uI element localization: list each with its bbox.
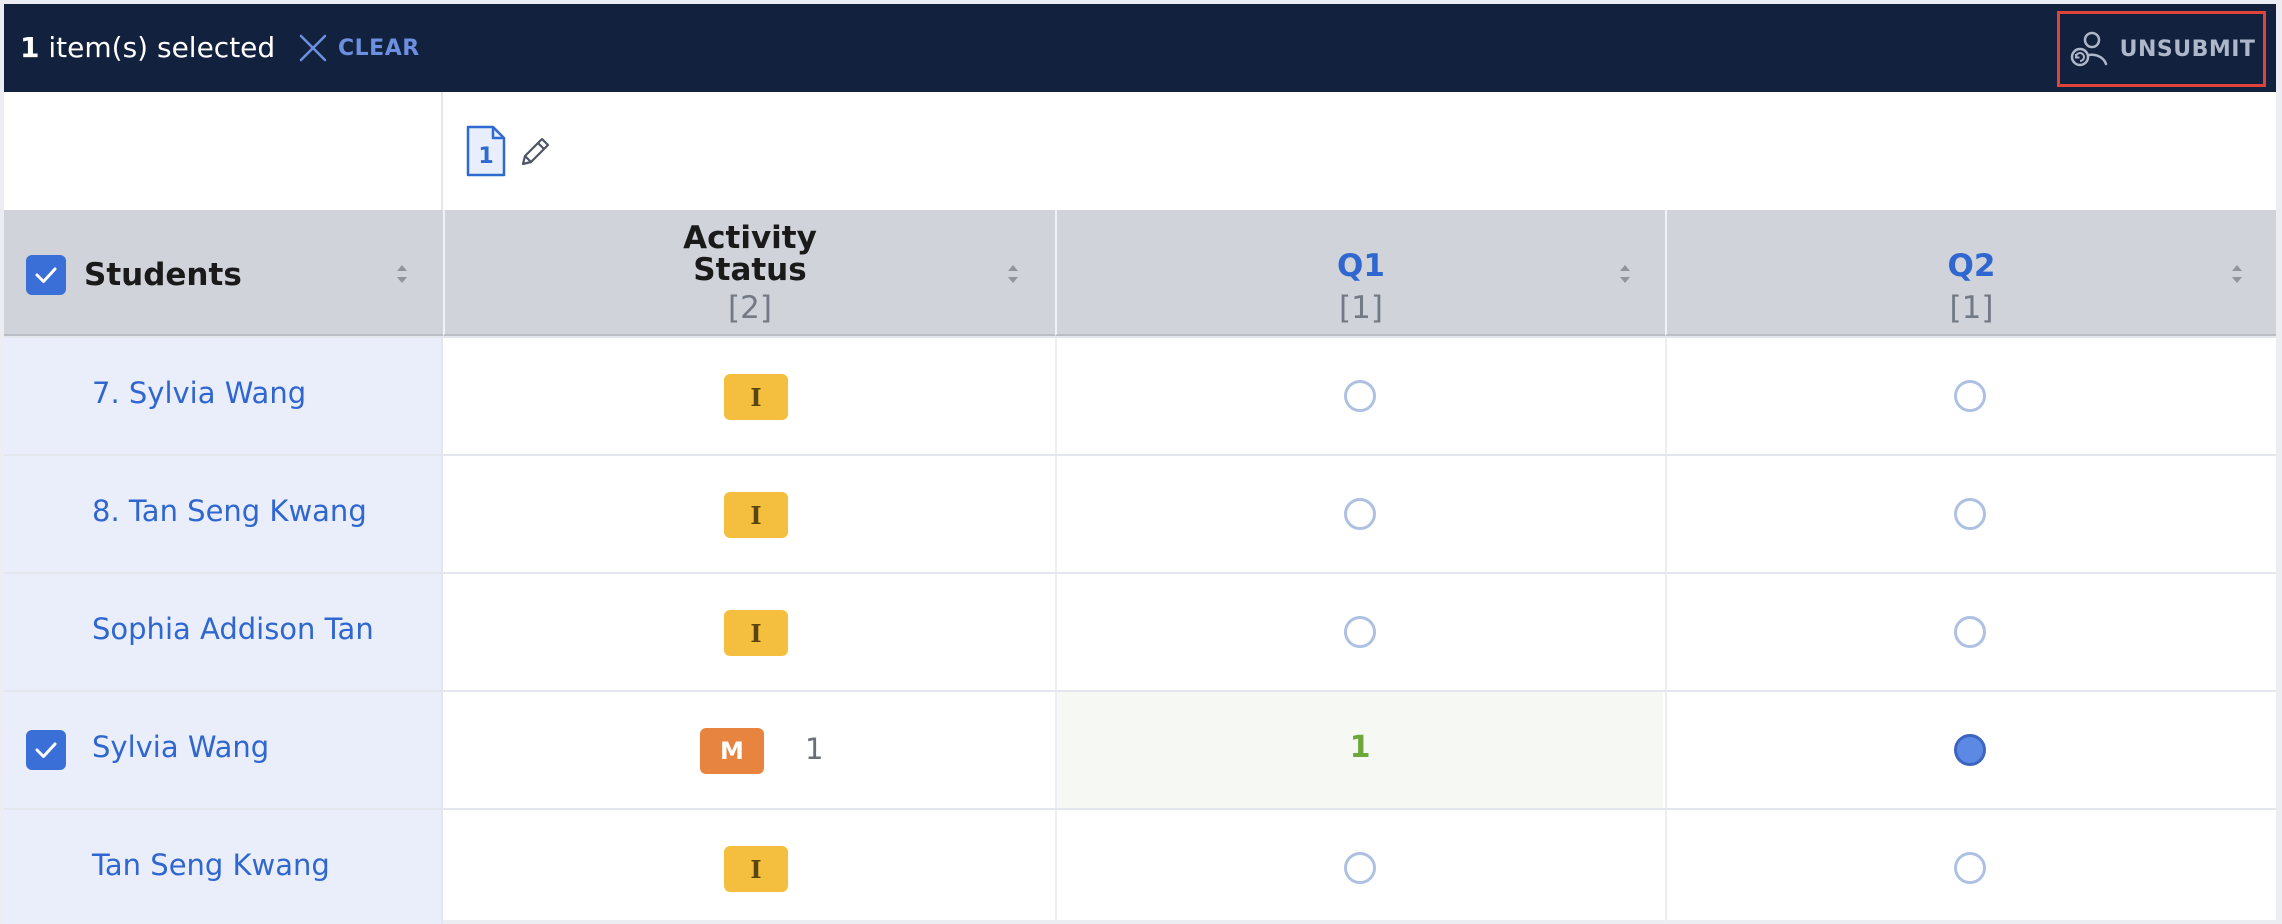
- table-row: Tan Seng Kwang I: [4, 808, 2276, 924]
- q1-response-indicator[interactable]: [1344, 616, 1376, 648]
- activity-status-count: [2]: [728, 290, 772, 326]
- sort-icon[interactable]: [2229, 262, 2245, 286]
- table-row: Sophia Addison Tan I: [4, 572, 2276, 690]
- activity-status-cell: I: [445, 456, 1053, 572]
- q1-cell[interactable]: [1055, 456, 1663, 572]
- document-number: 1: [478, 144, 494, 169]
- q2-cell[interactable]: [1665, 456, 2276, 572]
- clear-label: CLEAR: [338, 35, 420, 61]
- q1-score: 1: [1349, 730, 1371, 765]
- pencil-icon[interactable]: [517, 134, 553, 170]
- header-q1[interactable]: Q1 [1]: [1055, 210, 1665, 336]
- student-name-cell: Sylvia Wang: [4, 692, 443, 808]
- status-count: 1: [805, 732, 824, 766]
- unsubmit-user-icon: [2070, 31, 2107, 67]
- status-badge[interactable]: I: [724, 846, 788, 892]
- q1-response-indicator[interactable]: [1344, 498, 1376, 530]
- sort-icon[interactable]: [394, 262, 410, 286]
- q1-title: Q1: [1337, 248, 1385, 284]
- q2-title: Q2: [1947, 248, 1996, 284]
- q1-cell[interactable]: [1055, 810, 1663, 924]
- q2-cell[interactable]: [1665, 574, 2276, 690]
- selection-count: 1 item(s) selected: [20, 31, 275, 64]
- status-badge[interactable]: M: [700, 728, 764, 774]
- student-name-link[interactable]: 8. Tan Seng Kwang: [92, 494, 367, 528]
- activity-status-cell: M 1: [445, 692, 1053, 808]
- checkmark-icon: [35, 742, 57, 758]
- clear-selection-button[interactable]: CLEAR: [296, 28, 420, 68]
- q1-response-indicator[interactable]: [1344, 380, 1376, 412]
- q2-response-indicator[interactable]: [1954, 734, 1986, 766]
- table-row: 7. Sylvia Wang I: [4, 336, 2276, 454]
- sort-icon[interactable]: [1005, 262, 1021, 286]
- table-row-selected: Sylvia Wang M 1 1: [4, 690, 2276, 808]
- activity-status-title-line2: Status: [693, 252, 807, 288]
- student-name-cell: 8. Tan Seng Kwang: [4, 456, 443, 572]
- student-name-link[interactable]: Tan Seng Kwang: [92, 848, 330, 882]
- gradebook-panel: 1 item(s) selected CLEAR UNSUBMIT 1 Stud…: [4, 4, 2276, 924]
- header-activity-status[interactable]: Activity Status [2]: [443, 210, 1055, 336]
- table-row: 8. Tan Seng Kwang I: [4, 454, 2276, 572]
- header-students: Students: [4, 210, 443, 336]
- q2-cell[interactable]: [1665, 338, 2276, 454]
- q1-count: [1]: [1339, 290, 1383, 326]
- unsubmit-label: UNSUBMIT: [2119, 36, 2256, 62]
- row-checkbox[interactable]: [26, 730, 66, 770]
- activity-status-title-line1: Activity: [683, 220, 817, 256]
- status-badge[interactable]: I: [724, 374, 788, 420]
- q2-cell[interactable]: [1665, 692, 2276, 808]
- q2-response-indicator[interactable]: [1954, 498, 1986, 530]
- activity-status-cell: I: [445, 338, 1053, 454]
- q1-cell[interactable]: 1: [1055, 692, 1663, 808]
- q1-response-indicator[interactable]: [1344, 852, 1376, 884]
- student-name-cell: Tan Seng Kwang: [4, 810, 443, 924]
- q2-response-indicator[interactable]: [1954, 852, 1986, 884]
- status-badge[interactable]: I: [724, 610, 788, 656]
- page-document-icon[interactable]: 1: [465, 124, 507, 178]
- toolrow-spacer: [4, 92, 443, 210]
- student-name-cell: 7. Sylvia Wang: [4, 338, 443, 454]
- question-toolbar: 1: [445, 92, 2276, 210]
- selected-count-suffix: item(s) selected: [39, 31, 276, 64]
- student-name-link[interactable]: 7. Sylvia Wang: [92, 376, 306, 410]
- student-name-cell: Sophia Addison Tan: [4, 574, 443, 690]
- q2-cell[interactable]: [1665, 810, 2276, 924]
- q2-response-indicator[interactable]: [1954, 616, 1986, 648]
- student-name-link[interactable]: Sylvia Wang: [92, 730, 269, 764]
- activity-status-cell: I: [445, 810, 1053, 924]
- checkmark-icon: [35, 267, 57, 283]
- close-icon: [299, 34, 327, 62]
- sort-icon[interactable]: [1617, 262, 1633, 286]
- selected-count-number: 1: [20, 31, 40, 64]
- q2-response-indicator[interactable]: [1954, 380, 1986, 412]
- student-name-link[interactable]: Sophia Addison Tan: [92, 612, 374, 646]
- header-q2[interactable]: Q2 [1]: [1665, 210, 2276, 336]
- q1-cell[interactable]: [1055, 338, 1663, 454]
- selection-bar: 1 item(s) selected CLEAR UNSUBMIT: [4, 4, 2276, 92]
- students-column-title: Students: [84, 257, 242, 293]
- select-all-checkbox[interactable]: [26, 255, 66, 295]
- unsubmit-button[interactable]: UNSUBMIT: [2057, 11, 2266, 87]
- status-badge[interactable]: I: [724, 492, 788, 538]
- q2-count: [1]: [1949, 290, 1994, 326]
- q1-cell[interactable]: [1055, 574, 1663, 690]
- activity-status-cell: I: [445, 574, 1053, 690]
